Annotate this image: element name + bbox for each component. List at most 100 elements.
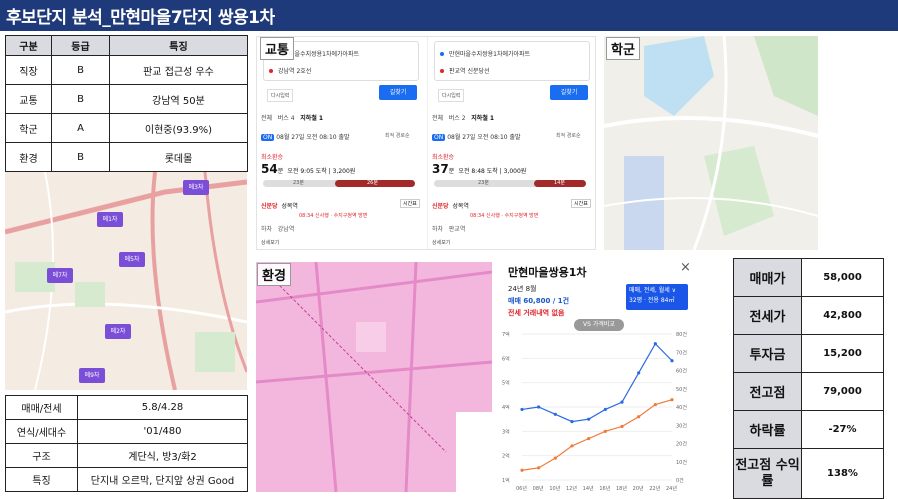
origin-input[interactable]: 만현마을수지쌍용1차에가아파트 (449, 49, 530, 58)
tab-subway[interactable]: 지하철 1 (300, 115, 323, 122)
complex-marker[interactable]: 메2차 (105, 324, 131, 339)
environment-map-shapes (256, 262, 492, 492)
y2-tick-label: 0건 (676, 477, 684, 484)
x-tick-label: 14년 (583, 485, 594, 492)
data-point (537, 405, 541, 409)
close-icon[interactable]: × (680, 260, 691, 275)
x-tick-label: 10년 (549, 485, 560, 492)
transit-tabs: 전체 버스 4 지하철 1 (261, 113, 323, 122)
table-row: 구조 계단식, 방3/화2 (5, 443, 248, 468)
destination-input[interactable]: 강남역 2호선 (278, 66, 311, 75)
complex-name: 만현마을쌍용1차 (508, 266, 587, 279)
table-row: 환경 B 롯데몰 (5, 142, 248, 172)
summary-category: 교통 (5, 84, 52, 114)
line-name: 신분당 (432, 203, 449, 210)
detail-link[interactable]: 상세보기 (432, 239, 450, 246)
sort-select[interactable]: 최적 경로순 (385, 132, 410, 139)
deal-type-filter[interactable]: 매매, 전세, 월세 ∨ 32평 · 전용 84㎡ (626, 284, 688, 310)
summary-header-row: 구분 등급 특징 (5, 35, 248, 56)
board-detail: 08:34 신사행 · 수지구청역 방면 (470, 213, 539, 219)
detail-value: 5.8/4.28 (77, 395, 248, 420)
departure-time[interactable]: ON 08월 27일 오전 08:10 출발 (432, 132, 521, 141)
board-detail: 08:34 신사행 · 수지구청역 방면 (299, 213, 368, 219)
departure-time[interactable]: ON 08월 27일 오전 08:10 출발 (261, 132, 350, 141)
detail-link[interactable]: 상세보기 (261, 239, 279, 246)
price-panel: 만현마을쌍용1차 × 24년 8월 매매 60,800 / 1건 전세 거래내역… (500, 258, 696, 494)
summary-grade: B (51, 142, 110, 172)
y-tick-label: 2억 (502, 453, 510, 460)
detail-value: '01/480 (77, 419, 248, 444)
detail-label: 구조 (5, 443, 78, 468)
tab-subway[interactable]: 지하철 1 (471, 115, 494, 122)
route-duration: 37분 오전 8:48 도착 | 3,000원 (432, 162, 526, 176)
table-row: 학군 A 이현중(93.9%) (5, 113, 248, 143)
table-row: 전고점 수익률 138% (733, 448, 884, 499)
data-point (553, 456, 557, 460)
x-tick-label: 06년 (516, 485, 527, 492)
x-tick-label: 24년 (666, 485, 677, 492)
destination-input[interactable]: 판교역 신분당선 (449, 66, 490, 75)
tab-bus[interactable]: 버스 2 (449, 115, 466, 122)
best-route-label: 최소환승 (432, 154, 455, 161)
board-line: 신분당 성복역 (261, 201, 298, 210)
data-point (587, 417, 591, 421)
school-map[interactable] (604, 36, 818, 250)
detail-label: 매매/전세 (5, 395, 78, 420)
summary-header-cell: 특징 (109, 35, 248, 56)
invest-value: 15,200 (801, 334, 884, 373)
complex-marker[interactable]: 메3차 (183, 180, 209, 195)
destination-dot-icon (269, 69, 273, 73)
timetable-button[interactable]: 시간표 (571, 199, 591, 208)
environment-map[interactable] (256, 262, 492, 492)
tab-all[interactable]: 전체 (261, 115, 272, 122)
data-point (587, 437, 591, 441)
x-tick-label: 20년 (633, 485, 644, 492)
invest-label: 매매가 (733, 258, 802, 297)
data-point (637, 415, 641, 419)
price-date: 24년 8월 (508, 285, 537, 293)
find-route-button[interactable]: 길찾기 (550, 85, 588, 100)
board-stop: 성복역 (281, 203, 298, 210)
data-point (520, 407, 524, 412)
y2-tick-label: 20건 (676, 441, 687, 448)
on-badge: ON (432, 134, 446, 141)
area-label: 32평 · 전용 84㎡ (629, 297, 675, 304)
invest-label: 전고점 (733, 372, 802, 411)
complex-marker[interactable]: 메5차 (119, 252, 145, 267)
data-point (570, 444, 574, 448)
summary-grade: A (51, 113, 110, 143)
complex-map[interactable]: 메3차 메1차 메7차 메5차 메2차 메9차 (5, 172, 247, 390)
complex-marker[interactable]: 메7차 (47, 268, 73, 283)
reset-button[interactable]: 다시입력 (438, 89, 465, 102)
y-tick-label: 4억 (502, 404, 510, 411)
alight-label: 하차 (432, 226, 444, 233)
timetable-button[interactable]: 시간표 (400, 199, 420, 208)
tab-all[interactable]: 전체 (432, 115, 443, 122)
x-tick-label: 18년 (616, 485, 627, 492)
y-tick-label: 6억 (502, 355, 510, 362)
complex-marker[interactable]: 메1차 (97, 212, 123, 227)
data-point (653, 402, 657, 407)
data-point (670, 359, 674, 363)
data-point (537, 466, 541, 470)
invest-label: 전고점 수익률 (733, 448, 802, 499)
find-route-button[interactable]: 길찾기 (379, 85, 417, 100)
invest-value: 138% (801, 448, 884, 499)
summary-table: 구분 등급 특징 직장 B 판교 접근성 우수 교통 B 강남역 50분 학군 … (5, 35, 248, 172)
origin-dot-icon (440, 52, 444, 56)
data-point (670, 398, 674, 402)
summary-category: 환경 (5, 142, 52, 172)
duration-detail: 오전 8:48 도착 | 3,000원 (458, 168, 527, 175)
sort-select[interactable]: 최적 경로순 (556, 132, 581, 139)
complex-marker[interactable]: 메9차 (79, 368, 105, 383)
y-tick-label: 5억 (502, 380, 510, 387)
summary-grade: B (51, 55, 110, 85)
alight-stop: 강남역 (277, 226, 295, 233)
reset-button[interactable]: 다시입력 (267, 89, 294, 102)
compare-button[interactable]: VS 가격비교 (574, 319, 624, 331)
summary-feature: 판교 접근성 우수 (109, 55, 248, 85)
y2-tick-label: 50건 (676, 386, 687, 393)
invest-value: 42,800 (801, 296, 884, 335)
tab-bus[interactable]: 버스 4 (278, 115, 295, 122)
x-tick-label: 08년 (533, 485, 544, 492)
